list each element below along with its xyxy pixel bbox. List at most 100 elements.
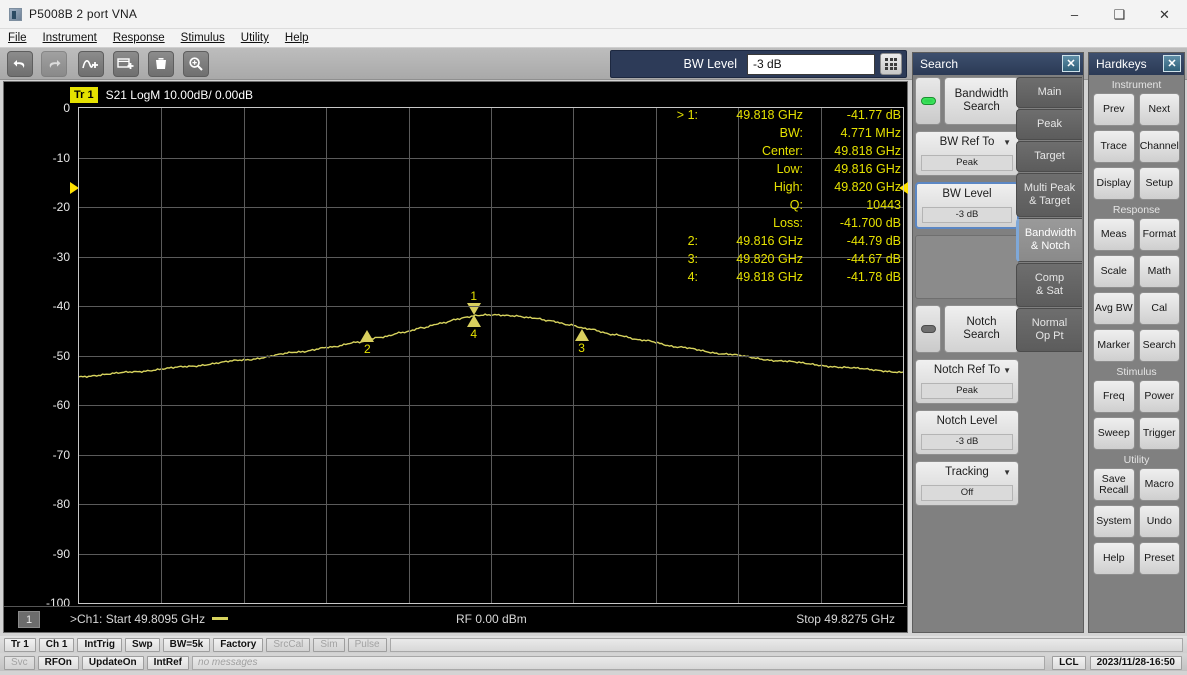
- add-trace-icon[interactable]: [78, 51, 104, 77]
- menu-item-stimulus[interactable]: Stimulus: [173, 31, 233, 45]
- readout-value: 10443: [866, 198, 901, 212]
- status-badge-tr-1[interactable]: Tr 1: [4, 637, 36, 652]
- marker-4[interactable]: 4: [466, 314, 481, 341]
- tab-bandwidth-notch[interactable]: Bandwidth & Notch: [1016, 218, 1082, 262]
- title-bar: P5008B 2 port VNA – ❑ ✕: [0, 0, 1187, 29]
- hardkey-power[interactable]: Power: [1138, 380, 1180, 413]
- hardkey-save-recall[interactable]: Save Recall: [1093, 468, 1135, 501]
- marker-3[interactable]: 3: [574, 329, 589, 355]
- window-number-badge[interactable]: 1: [18, 611, 40, 628]
- tab-main[interactable]: Main: [1016, 77, 1082, 108]
- bw-level-softkey-label: BW Level: [942, 188, 992, 200]
- tab-normal-op-pt[interactable]: Normal Op Pt: [1016, 308, 1082, 352]
- hardkey-macro[interactable]: Macro: [1138, 468, 1180, 501]
- hardkey-next[interactable]: Next: [1138, 93, 1180, 126]
- chevron-down-icon[interactable]: ▼: [1003, 138, 1011, 147]
- notch-search-toggle[interactable]: [915, 305, 941, 353]
- channel-stop-frequency: Stop 49.8275 GHz: [796, 612, 895, 626]
- menu-item-response[interactable]: Response: [105, 31, 173, 45]
- status-badge-intref[interactable]: IntRef: [146, 655, 190, 670]
- bw-level-softkey-value: -3 dB: [922, 207, 1012, 223]
- bw-ref-to-button[interactable]: BW Ref To ▼ Peak: [915, 131, 1019, 176]
- hardkey-meas[interactable]: Meas: [1093, 218, 1135, 251]
- hardkey-display[interactable]: Display: [1093, 167, 1135, 200]
- bandwidth-search-button[interactable]: Bandwidth Search: [944, 77, 1019, 125]
- hardkey-marker[interactable]: Marker: [1093, 329, 1135, 362]
- chart-footer: 1 >Ch1: Start 49.8095 GHz RF 0.00 dBm St…: [4, 606, 907, 632]
- readout-row: 2: 49.816 GHz -44.79 dB: [662, 232, 905, 250]
- hardkey-avg-bw[interactable]: Avg BW: [1093, 292, 1135, 325]
- readout-value: 49.816 GHz: [834, 162, 901, 176]
- search-panel: Search ✕ Bandwidth Search BW Ref To ▼ Pe…: [912, 52, 1084, 633]
- notch-level-button[interactable]: Notch Level -3 dB: [915, 410, 1019, 455]
- status-badge-updateon[interactable]: UpdateOn: [81, 655, 144, 670]
- trace-badge[interactable]: Tr 1: [70, 87, 98, 103]
- chevron-down-icon[interactable]: ▼: [1003, 468, 1011, 477]
- tab-peak[interactable]: Peak: [1016, 109, 1082, 140]
- bandwidth-search-toggle[interactable]: [915, 77, 941, 125]
- grid-line-horizontal: [79, 355, 903, 357]
- close-icon[interactable]: ✕: [1142, 0, 1187, 29]
- status-badge-srccal[interactable]: SrcCal: [266, 637, 311, 652]
- marker-1[interactable]: 1: [466, 289, 481, 315]
- hardkey-prev[interactable]: Prev: [1093, 93, 1135, 126]
- status-badge-swp[interactable]: Swp: [125, 637, 160, 652]
- hardkey-trace[interactable]: Trace: [1093, 130, 1135, 163]
- marker-2[interactable]: 2: [360, 329, 375, 356]
- y-axis-tick-label: -30: [52, 249, 70, 264]
- hardkey-label: Trigger: [1142, 427, 1176, 439]
- minimize-icon[interactable]: –: [1052, 0, 1097, 29]
- hardkey-format[interactable]: Format: [1138, 218, 1180, 251]
- tab-comp-sat[interactable]: Comp & Sat: [1016, 263, 1082, 307]
- close-icon[interactable]: ✕: [1163, 55, 1181, 72]
- hardkey-trigger[interactable]: Trigger: [1138, 417, 1180, 450]
- hardkey-math[interactable]: Math: [1138, 255, 1180, 288]
- status-badge-bw-5k[interactable]: BW=5k: [162, 637, 211, 652]
- status-badge-svc[interactable]: Svc: [4, 655, 35, 670]
- status-badge-sim[interactable]: Sim: [313, 637, 345, 652]
- readout-value: -44.67 dB: [846, 252, 901, 266]
- undo-icon[interactable]: [7, 51, 33, 77]
- hardkey-cal[interactable]: Cal: [1138, 292, 1180, 325]
- status-badge-pulse[interactable]: Pulse: [347, 637, 387, 652]
- menu-item-file[interactable]: File: [0, 31, 35, 45]
- hardkey-row: Scale Math: [1089, 255, 1184, 288]
- hardkey-setup[interactable]: Setup: [1138, 167, 1180, 200]
- y-axis-tick-label: -40: [52, 299, 70, 313]
- bw-level-button[interactable]: BW Level -3 dB: [915, 182, 1019, 229]
- status-badge-ch-1[interactable]: Ch 1: [38, 637, 75, 652]
- hardkey-undo[interactable]: Undo: [1138, 505, 1180, 538]
- led-on-icon: [920, 97, 936, 105]
- keypad-icon[interactable]: [880, 53, 902, 75]
- status-badge-factory[interactable]: Factory: [213, 637, 264, 652]
- hardkey-sweep[interactable]: Sweep: [1093, 417, 1135, 450]
- chart-window[interactable]: Tr 1 S21 LogM 10.00dB/ 0.00dB 0 -10 -20 -30…: [3, 81, 908, 633]
- hardkey-system[interactable]: System: [1093, 505, 1135, 538]
- chevron-down-icon[interactable]: ▼: [1003, 366, 1011, 375]
- status-badge-lcl[interactable]: LCL: [1052, 655, 1086, 670]
- tab-multi-peak-target[interactable]: Multi Peak & Target: [1016, 173, 1082, 217]
- zoom-icon[interactable]: [183, 51, 209, 77]
- hardkey-search[interactable]: Search: [1138, 329, 1180, 362]
- hardkey-freq[interactable]: Freq: [1093, 380, 1135, 413]
- notch-ref-to-button[interactable]: Notch Ref To ▼ Peak: [915, 359, 1019, 404]
- hardkey-help[interactable]: Help: [1093, 542, 1135, 575]
- hardkey-preset[interactable]: Preset: [1138, 542, 1180, 575]
- menu-item-help[interactable]: Help: [277, 31, 317, 45]
- hardkey-channel[interactable]: Channel: [1138, 130, 1180, 163]
- tab-target[interactable]: Target: [1016, 141, 1082, 172]
- notch-search-button[interactable]: Notch Search: [944, 305, 1019, 353]
- redo-icon[interactable]: [41, 51, 67, 77]
- delete-icon[interactable]: [148, 51, 174, 77]
- status-badge-rfon[interactable]: RFOn: [37, 655, 79, 670]
- maximize-icon[interactable]: ❑: [1097, 0, 1142, 29]
- menu-item-instrument[interactable]: Instrument: [35, 31, 105, 45]
- menu-item-utility[interactable]: Utility: [233, 31, 277, 45]
- tracking-button[interactable]: Tracking ▼ Off: [915, 461, 1019, 506]
- hardkey-scale[interactable]: Scale: [1093, 255, 1135, 288]
- close-icon[interactable]: ✕: [1062, 55, 1080, 72]
- bw-level-input[interactable]: -3 dB: [747, 53, 875, 75]
- status-badge-inttrig[interactable]: IntTrig: [77, 637, 123, 652]
- add-window-icon[interactable]: [113, 51, 139, 77]
- readout-row: 4: 49.818 GHz -41.78 dB: [662, 268, 905, 286]
